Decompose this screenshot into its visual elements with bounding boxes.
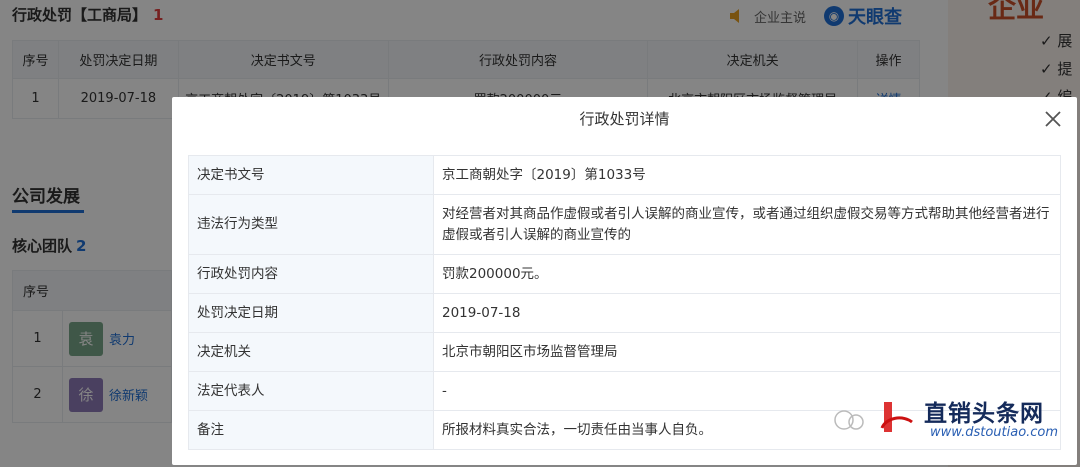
watermark: 直销头条网 www.dstoutiao.com — [820, 390, 1080, 467]
modal-title: 行政处罚详情 — [579, 110, 670, 128]
detail-key: 处罚决定日期 — [188, 293, 434, 333]
detail-key: 违法行为类型 — [188, 194, 434, 255]
detail-key: 法定代表人 — [188, 371, 434, 411]
detail-key: 决定机关 — [188, 332, 434, 372]
table-row: 决定机关 北京市朝阳区市场监督管理局 — [188, 332, 1061, 372]
close-icon[interactable] — [1043, 109, 1063, 129]
detail-key: 备注 — [188, 410, 434, 450]
detail-value: 京工商朝处字〔2019〕第1033号 — [433, 155, 1061, 195]
detail-value: 罚款200000元。 — [433, 254, 1061, 294]
table-row: 决定书文号 京工商朝处字〔2019〕第1033号 — [188, 155, 1061, 195]
detail-value: 2019-07-18 — [433, 293, 1061, 333]
detail-value: 对经营者对其商品作虚假或者引人误解的商业宣传，或者通过组织虚假交易等方式帮助其他… — [433, 194, 1061, 255]
detail-value: 北京市朝阳区市场监督管理局 — [433, 332, 1061, 372]
table-row: 行政处罚内容 罚款200000元。 — [188, 254, 1061, 294]
detail-key: 行政处罚内容 — [188, 254, 434, 294]
watermark-logo-icon — [834, 402, 913, 432]
watermark-name: 直销头条网 — [924, 401, 1044, 427]
table-row: 违法行为类型 对经营者对其商品作虚假或者引人误解的商业宣传，或者通过组织虚假交易… — [188, 194, 1061, 255]
table-row: 处罚决定日期 2019-07-18 — [188, 293, 1061, 333]
detail-key: 决定书文号 — [188, 155, 434, 195]
watermark-url: www.dstoutiao.com — [930, 425, 1059, 440]
